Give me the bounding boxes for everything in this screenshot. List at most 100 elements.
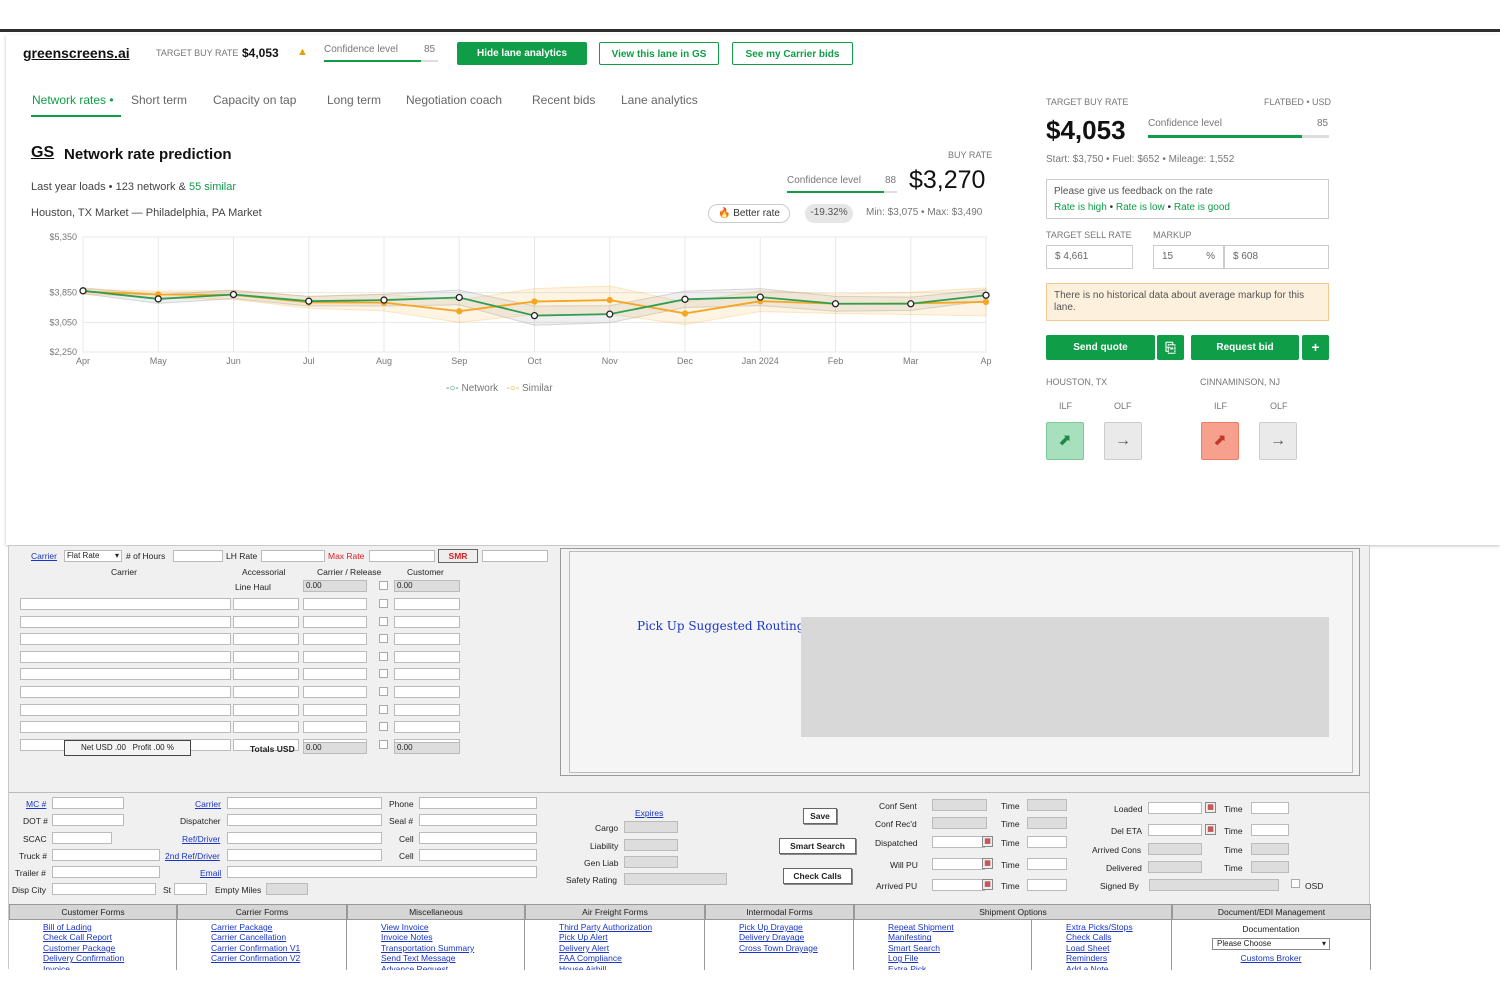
trend-up-icon[interactable]: ⬈ <box>1201 422 1239 460</box>
hours-input[interactable] <box>173 550 223 562</box>
will-pu-date[interactable] <box>932 858 985 870</box>
form-link[interactable]: Extra Pick <box>888 964 1031 970</box>
calendar-icon[interactable]: ▦ <box>1205 802 1216 813</box>
form-link[interactable]: Cross Town Drayage <box>739 943 853 953</box>
acc-carrier-input[interactable] <box>20 598 231 610</box>
email-input[interactable] <box>227 866 537 878</box>
state-input[interactable] <box>174 883 207 895</box>
acc-release-input[interactable] <box>303 668 367 681</box>
acc-customer-input[interactable] <box>394 703 460 716</box>
conf-recd-date[interactable] <box>932 817 987 829</box>
form-link[interactable]: Manifesting <box>888 932 1031 942</box>
smart-search-button[interactable]: Smart Search <box>779 838 856 854</box>
calendar-icon[interactable]: ▦ <box>982 879 993 890</box>
safety-input[interactable] <box>624 873 727 885</box>
acc-checkbox[interactable] <box>379 704 388 714</box>
acc-carrier-input[interactable] <box>20 703 231 716</box>
acc-carrier-input[interactable] <box>20 650 231 663</box>
form-link[interactable]: Send Text Message <box>381 953 524 963</box>
acc-customer-input[interactable] <box>394 686 460 698</box>
form-link[interactable]: Customer Package <box>43 943 176 953</box>
tab-negotiation-coach[interactable]: Negotiation coach <box>406 93 502 107</box>
form-link[interactable]: Carrier Confirmation V1 <box>211 943 346 953</box>
rate-low-link[interactable]: Rate is low <box>1116 202 1165 213</box>
rate-type-select[interactable]: Flat Rate ▾ <box>64 550 122 562</box>
acc-customer-input[interactable] <box>394 598 460 610</box>
acc-release-input[interactable] <box>303 686 367 698</box>
osd-checkbox[interactable] <box>1291 879 1300 888</box>
acc-accessorial-input[interactable] <box>233 703 299 716</box>
form-link[interactable]: Delivery Confirmation <box>43 953 176 963</box>
acc-release-input[interactable] <box>303 721 367 734</box>
dispatcher-input[interactable] <box>227 814 382 826</box>
form-link[interactable]: Delivery Drayage <box>739 932 853 942</box>
form-link[interactable]: Reminders <box>1066 953 1171 963</box>
acc-customer-input[interactable] <box>394 650 460 663</box>
arrived-pu-date[interactable] <box>932 879 985 891</box>
will-pu-time[interactable] <box>1027 858 1067 870</box>
carrier-link[interactable]: Carrier <box>31 551 57 561</box>
calendar-icon[interactable]: ▦ <box>1205 824 1216 835</box>
phone-input[interactable] <box>419 797 537 809</box>
acc-release-input[interactable] <box>303 598 367 610</box>
copy-icon[interactable]: ⎘ <box>1157 335 1184 360</box>
calendar-icon[interactable]: ▦ <box>982 858 993 869</box>
form-link[interactable]: Smart Search <box>888 943 1031 953</box>
cargo-input[interactable] <box>624 821 678 833</box>
liability-input[interactable] <box>624 839 678 851</box>
acc-accessorial-input[interactable] <box>233 721 299 734</box>
carrier-name-input[interactable] <box>227 797 382 809</box>
acc-accessorial-input[interactable] <box>233 615 299 628</box>
tab-long-term[interactable]: Long term <box>327 93 381 107</box>
acc-carrier-input[interactable] <box>20 668 231 681</box>
request-bid-button[interactable]: Request bid <box>1191 335 1299 360</box>
dispatched-date[interactable] <box>932 836 985 848</box>
markup-amount-input[interactable]: $ 608 <box>1224 245 1329 269</box>
acc-checkbox[interactable] <box>379 739 388 749</box>
form-link[interactable]: Check Call Report <box>43 932 176 942</box>
acc-accessorial-input[interactable] <box>233 598 299 610</box>
dispatched-time[interactable] <box>1027 836 1067 848</box>
rate-high-link[interactable]: Rate is high <box>1054 202 1107 213</box>
truck-input[interactable] <box>52 849 160 861</box>
acc-carrier-input[interactable] <box>20 721 231 734</box>
arrived-pu-time[interactable] <box>1027 879 1067 891</box>
form-link[interactable]: Invoice Notes <box>381 932 524 942</box>
arrived-cons-date[interactable] <box>1148 843 1202 855</box>
acc-accessorial-input[interactable] <box>233 650 299 663</box>
acc-carrier-input[interactable] <box>20 686 231 698</box>
cell-input[interactable] <box>419 832 537 844</box>
acc-release-input[interactable] <box>303 703 367 716</box>
acc-release-input[interactable] <box>303 615 367 628</box>
carrier-bids-button[interactable]: See my Carrier bids <box>732 42 853 65</box>
form-link[interactable]: Third Party Authorization <box>559 922 704 932</box>
markup-percent-input[interactable]: 15% <box>1153 245 1224 269</box>
save-button[interactable]: Save <box>803 808 837 824</box>
form-link[interactable]: FAA Compliance <box>559 953 704 963</box>
logo[interactable]: greenscreens.ai <box>23 45 130 61</box>
rate-good-link[interactable]: Rate is good <box>1174 202 1230 213</box>
form-link[interactable]: Carrier Package <box>211 922 346 932</box>
tab-capacity-on-tap[interactable]: Capacity on tap <box>213 93 296 107</box>
view-lane-button[interactable]: View this lane in GS <box>599 42 719 65</box>
arrived-cons-time[interactable] <box>1251 843 1289 855</box>
form-link[interactable]: Log File <box>888 953 1031 963</box>
calendar-icon[interactable]: ▦ <box>982 836 993 847</box>
form-link[interactable]: Pick Up Alert <box>559 932 704 942</box>
acc-accessorial-input[interactable] <box>233 686 299 698</box>
sell-rate-input[interactable]: $ 4,661 <box>1046 245 1133 269</box>
acc-checkbox[interactable] <box>379 687 388 696</box>
form-link[interactable]: Load Sheet <box>1066 943 1171 953</box>
documentation-select[interactable]: Please Choose ▾ <box>1212 938 1330 951</box>
acc-carrier-input[interactable] <box>20 615 231 628</box>
arrow-right-icon[interactable]: → <box>1259 422 1297 460</box>
email-link[interactable]: Email <box>200 868 221 878</box>
form-link[interactable]: Advance Request <box>381 964 524 970</box>
form-link[interactable]: Delivery Alert <box>559 943 704 953</box>
form-link[interactable]: Repeat Shipment <box>888 922 1031 932</box>
max-rate-input[interactable] <box>369 550 435 562</box>
ref-driver2-link[interactable]: 2nd Ref/Driver <box>165 851 220 861</box>
customs-broker-link[interactable]: Customs Broker <box>1172 953 1370 963</box>
mc-link[interactable]: MC # <box>26 799 46 809</box>
loaded-date[interactable] <box>1148 802 1202 814</box>
